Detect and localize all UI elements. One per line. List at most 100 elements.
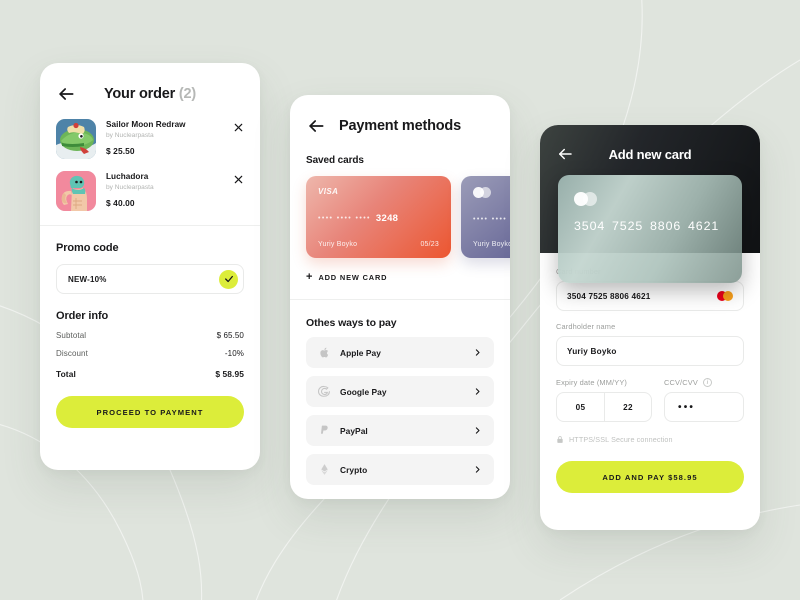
cardholder-label: Cardholder name	[556, 322, 616, 331]
pay-option-crypto[interactable]: Crypto	[306, 454, 494, 485]
paypal-icon	[318, 424, 331, 437]
item-title: Luchadora	[106, 172, 149, 181]
mastercard-logo	[717, 291, 733, 301]
pay-option-paypal[interactable]: PayPal	[306, 415, 494, 446]
card-number-dots: •••• ••••	[473, 216, 508, 223]
cardholder-group: Cardholder name Yuriy Boyko	[556, 322, 744, 366]
expiry-input[interactable]: 05 22	[556, 392, 652, 422]
close-icon[interactable]	[232, 121, 244, 133]
arrow-left-icon[interactable]	[306, 116, 326, 136]
payment-header: Payment methods	[290, 95, 510, 139]
visa-logo: VISA	[318, 187, 339, 196]
card-footer: Yuriy Boyko	[473, 241, 510, 248]
item-title: Sailor Moon Redraw	[106, 120, 186, 129]
item-price: $ 25.50	[106, 146, 135, 156]
crocodile-sailor-moon-artwork	[56, 119, 96, 159]
item-author: by Nuclearpasta	[106, 132, 154, 139]
ccv-label: CCV/CVV	[664, 378, 698, 387]
expiry-month-value[interactable]: 05	[557, 393, 604, 421]
card-footer: Yuriy Boyko 05/23	[318, 241, 439, 248]
luchadora-wrestler-artwork	[56, 171, 96, 211]
discount-value: -10%	[224, 349, 244, 358]
apple-icon	[318, 346, 331, 359]
chevron-right-icon	[473, 387, 482, 396]
card-holder: Yuriy Boyko	[318, 241, 358, 248]
saved-card-mastercard[interactable]: •••• •••• Yuriy Boyko	[461, 176, 510, 258]
ccv-input[interactable]: •••	[664, 392, 744, 422]
info-icon[interactable]: i	[702, 378, 712, 387]
subtotal-value: $ 65.50	[216, 331, 244, 340]
item-price: $ 40.00	[106, 198, 135, 208]
add-card-header-bar: Add new card	[540, 143, 760, 165]
chevron-right-icon	[473, 348, 482, 357]
add-card-form: Card number 3504 7525 8806 4621 Cardhold…	[540, 253, 760, 493]
subtotal-row: Subtotal $ 65.50	[56, 331, 244, 340]
divider	[290, 299, 510, 300]
add-new-card-label: ADD NEW CARD	[318, 273, 388, 282]
add-and-pay-button[interactable]: ADD AND PAY $58.95	[556, 461, 744, 493]
lock-icon	[556, 435, 564, 444]
order-count: (2)	[178, 86, 196, 102]
expiry-group: Expiry date (MM/YY) 05 22	[556, 378, 652, 422]
card-number-dots: •••• •••• ••••	[318, 215, 371, 222]
promo-heading: Promo code	[56, 242, 119, 254]
cardholder-value: Yuriy Boyko	[567, 346, 617, 356]
order-info-section: Order info Subtotal $ 65.50 Discount -10…	[56, 310, 244, 379]
expiry-year-value[interactable]: 22	[604, 393, 651, 421]
check-icon[interactable]	[219, 269, 238, 289]
saved-cards-heading: Saved cards	[306, 155, 364, 166]
page-title-text: Your order	[103, 86, 176, 102]
pay-option-label: Google Pay	[340, 386, 387, 397]
arrow-left-icon[interactable]	[556, 144, 576, 164]
list-item[interactable]: Sailor Moon Redraw by Nuclearpasta $ 25.…	[56, 119, 244, 159]
order-header: Your order (2)	[40, 63, 260, 107]
pay-option-apple-pay[interactable]: Apple Pay	[306, 337, 494, 368]
pay-option-google-pay[interactable]: Google Pay	[306, 376, 494, 407]
ccv-value: •••	[678, 401, 696, 413]
ccv-label-row: CCV/CVV i	[664, 378, 744, 387]
other-ways-heading: Othes ways to pay	[306, 317, 397, 329]
item-meta: Sailor Moon Redraw by Nuclearpasta $ 25.…	[106, 119, 222, 156]
discount-label: Discount	[56, 349, 88, 358]
plus-icon: +	[306, 271, 313, 283]
card-number-masked: •••• ••••	[473, 216, 510, 223]
order-info-heading: Order info	[56, 310, 109, 322]
order-item-list: Sailor Moon Redraw by Nuclearpasta $ 25.…	[40, 107, 260, 225]
add-new-card-panel: Add new card 3504 7525 8806 4621 Card nu…	[540, 125, 760, 530]
item-author: by Nuclearpasta	[106, 184, 154, 191]
proceed-to-payment-button[interactable]: PROCEED TO PAYMENT	[56, 396, 244, 428]
card-number-input[interactable]: 3504 7525 8806 4621	[556, 281, 744, 311]
add-new-card-button[interactable]: + ADD NEW CARD	[290, 272, 510, 283]
saved-cards-carousel[interactable]: VISA •••• •••• •••• 3248 Yuriy Boyko 05/…	[290, 176, 510, 258]
saved-card-visa[interactable]: VISA •••• •••• •••• 3248 Yuriy Boyko 05/…	[306, 176, 451, 258]
card-expiry: 05/23	[420, 241, 439, 248]
discount-row: Discount -10%	[56, 349, 244, 358]
payment-methods-panel: Payment methods Saved cards VISA •••• ••…	[290, 95, 510, 499]
ccv-group: CCV/CVV i •••	[664, 378, 744, 422]
ethereum-icon	[318, 463, 331, 476]
order-screen-panel: Your order (2) Sailor Moon Redraw by Nuc…	[40, 63, 260, 470]
total-label: Total	[56, 369, 76, 379]
other-ways-section: Othes ways to pay Apple Pay Google Pay P…	[290, 317, 510, 485]
arrow-left-icon[interactable]	[56, 84, 76, 104]
card-last4: 3248	[375, 213, 399, 224]
expiry-ccv-row: Expiry date (MM/YY) 05 22 CCV/CVV i •••	[556, 378, 744, 422]
close-icon[interactable]	[232, 173, 244, 185]
subtotal-label: Subtotal	[56, 331, 87, 340]
promo-code-input[interactable]: NEW-10%	[56, 264, 244, 294]
secure-connection-text: HTTPS/SSL Secure connection	[569, 435, 673, 444]
list-item[interactable]: Luchadora by Nuclearpasta $ 40.00	[56, 171, 244, 211]
chevron-right-icon	[473, 426, 482, 435]
add-card-header: Add new card 3504 7525 8806 4621	[540, 125, 760, 283]
expiry-label: Expiry date (MM/YY)	[556, 378, 628, 387]
card-preview-number: 3504 7525 8806 4621	[574, 219, 720, 233]
item-meta: Luchadora by Nuclearpasta $ 40.00	[106, 171, 222, 208]
card-holder: Yuriy Boyko	[473, 241, 510, 248]
pay-option-label: PayPal	[340, 425, 368, 436]
mastercard-logo	[574, 192, 726, 206]
card-number-masked: •••• •••• •••• 3248	[318, 213, 439, 224]
pay-option-label: Apple Pay	[340, 347, 381, 358]
secure-connection-note: HTTPS/SSL Secure connection	[556, 435, 744, 444]
card-number-value: 3504 7525 8806 4621	[567, 291, 651, 301]
cardholder-input[interactable]: Yuriy Boyko	[556, 336, 744, 366]
